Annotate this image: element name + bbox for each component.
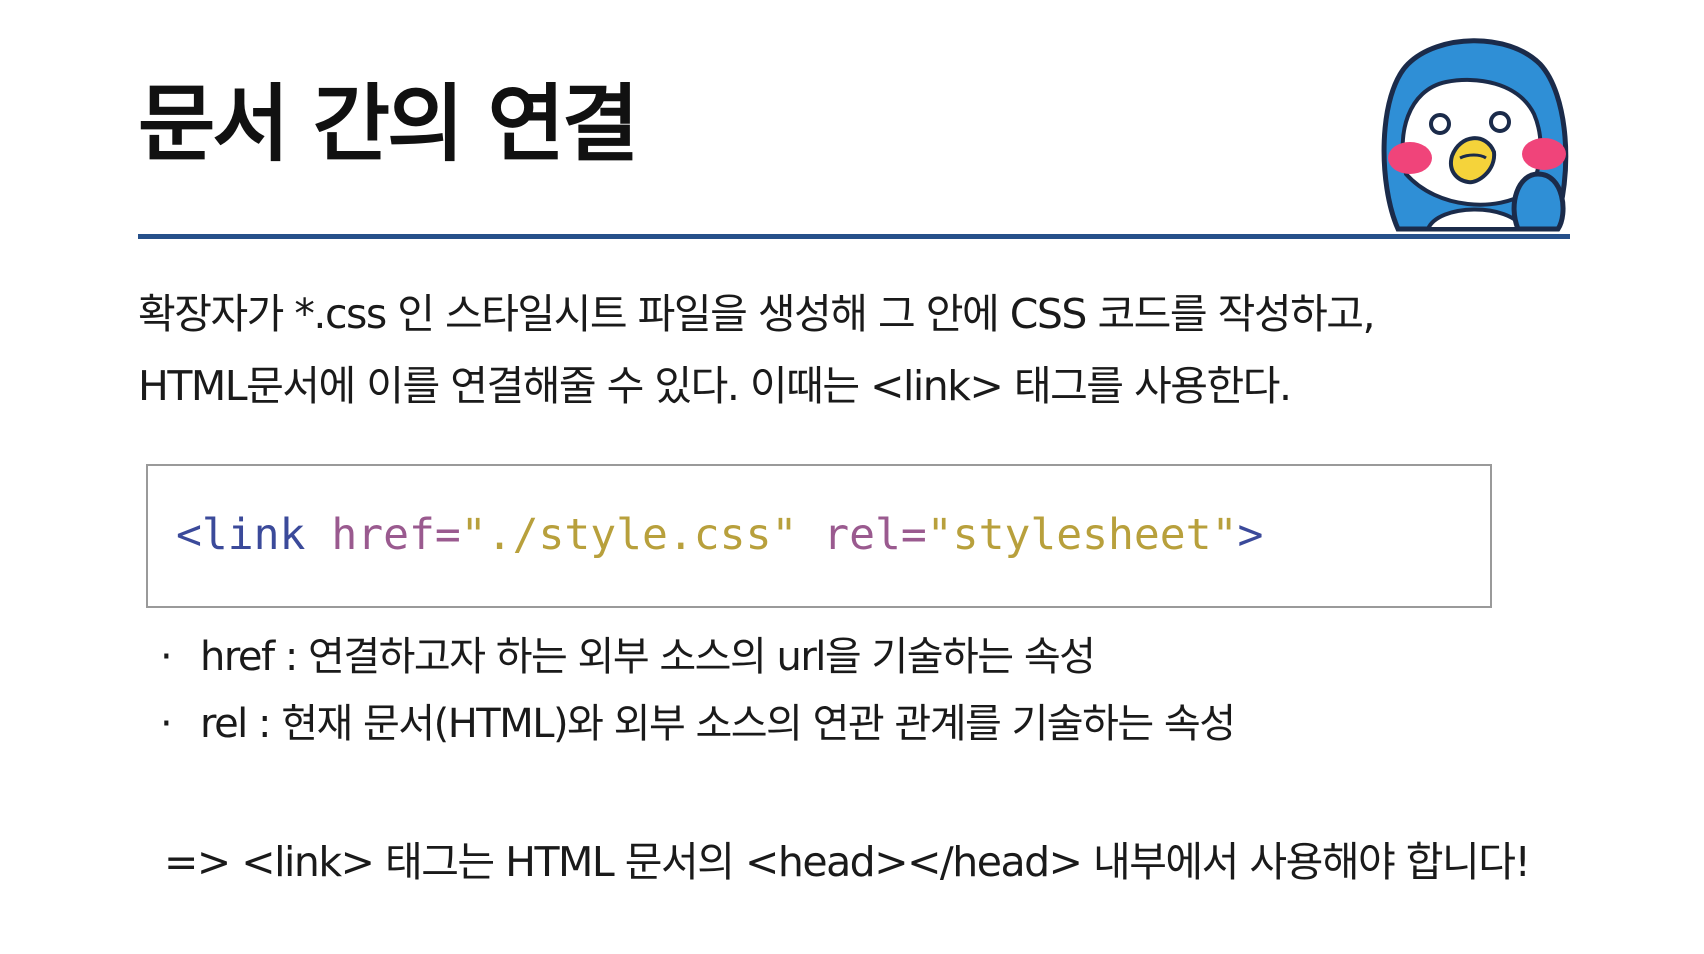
list-item: · href : 연결하고자 하는 외부 소스의 url을 기술하는 속성 <box>160 624 1235 691</box>
code-equals: = <box>900 510 927 560</box>
intro-paragraph: 확장자가 *.css 인 스타일시트 파일을 생성해 그 안에 CSS 코드를 … <box>138 278 1578 422</box>
list-item: · rel : 현재 문서(HTML)와 외부 소스의 연관 관계를 기술하는 속… <box>160 691 1236 758</box>
code-tag-open: <link <box>176 510 306 560</box>
title-divider <box>138 234 1570 239</box>
code-attr-value: "stylesheet" <box>926 510 1238 560</box>
intro-line: HTML문서에 이를 연결해줄 수 있다. 이때는 <link> 태그를 사용한… <box>138 362 1292 410</box>
summary-note: => <link> 태그는 HTML 문서의 <head></head> 내부에… <box>164 838 1531 886</box>
penguin-mascot-icon <box>1381 38 1569 232</box>
code-line: <link href="./style.css" rel="stylesheet… <box>176 510 1263 562</box>
bullet-dot: · <box>160 634 173 680</box>
code-tag-close: > <box>1237 510 1264 560</box>
code-snippet-box: <link href="./style.css" rel="stylesheet… <box>146 464 1492 608</box>
list-item-text: href : 연결하고자 하는 외부 소스의 url을 기술하는 속성 <box>200 634 1096 680</box>
intro-line: 확장자가 *.css 인 스타일시트 파일을 생성해 그 안에 CSS 코드를 … <box>138 290 1376 338</box>
code-equals: = <box>434 510 461 560</box>
code-attr-name: rel <box>823 510 901 560</box>
attribute-list: · href : 연결하고자 하는 외부 소스의 url을 기술하는 속성 · re… <box>160 624 1236 758</box>
code-attr-name: href <box>331 510 435 560</box>
code-attr-value: "./style.css" <box>460 510 798 560</box>
list-item-text: rel : 현재 문서(HTML)와 외부 소스의 연관 관계를 기술하는 속성 <box>200 701 1236 747</box>
bullet-dot: · <box>160 701 173 747</box>
slide-title: 문서 간의 연결 <box>138 75 639 173</box>
